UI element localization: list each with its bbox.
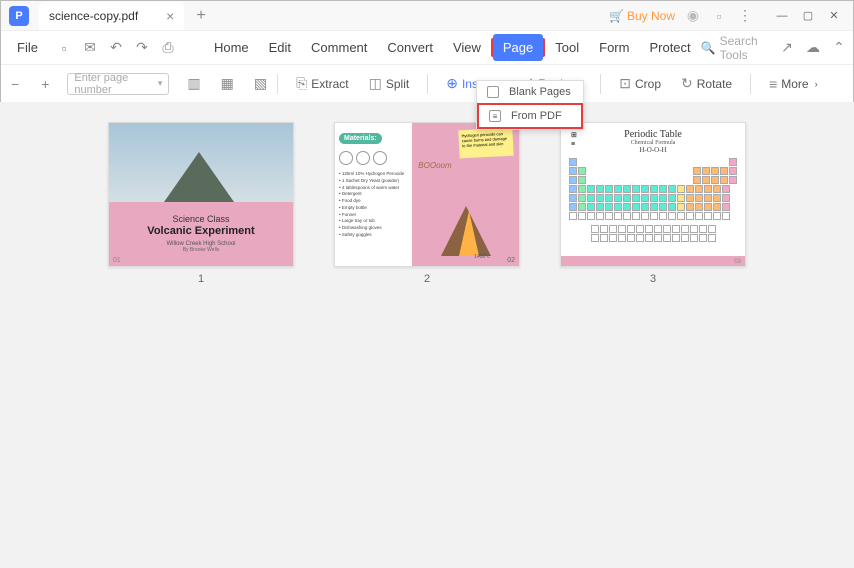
menu-comment[interactable]: Comment [301, 34, 377, 61]
page-thumbnail-3[interactable]: ⊞≡ Periodic Table Chemical Formula H-O-O… [560, 122, 746, 285]
share-icon[interactable]: ↗ [779, 40, 795, 56]
buy-now-link[interactable]: 🛒 Buy Now [609, 9, 675, 23]
page-thumbnail-2[interactable]: Materials: • 125ml 10% Hydrogen Peroxide… [334, 122, 520, 285]
kebab-menu-icon[interactable]: ⋮ [737, 8, 753, 24]
menu-convert[interactable]: Convert [377, 34, 443, 61]
page-thumbnail-1[interactable]: Science Class Volcanic Experiment Willow… [108, 122, 294, 285]
page-number-label: 3 [650, 273, 656, 285]
document-tab[interactable]: science-copy.pdf × [39, 2, 184, 30]
page-thumbnails-area: Science Class Volcanic Experiment Willow… [0, 102, 854, 568]
rotate-button[interactable]: ↻ Rotate [673, 71, 740, 96]
undo-icon[interactable]: ↶ [108, 40, 124, 56]
page-number-input[interactable]: Enter page number ▾ [67, 73, 169, 95]
mail-icon[interactable]: ✉ [82, 40, 98, 56]
menu-view[interactable]: View [443, 34, 491, 61]
app-menu-icon[interactable]: ▫ [711, 8, 727, 24]
chevron-right-icon: › [815, 79, 818, 89]
save-icon[interactable]: ▫ [56, 40, 72, 56]
menu-home[interactable]: Home [204, 34, 259, 61]
chevron-down-icon: ▾ [158, 78, 163, 89]
dropdown-blank-pages[interactable]: Blank Pages [477, 81, 583, 103]
maximize-button[interactable]: ▢ [797, 5, 819, 27]
print-icon[interactable]: ⎙ [160, 40, 176, 56]
more-button[interactable]: ≡ More › [761, 72, 826, 96]
crop-icon: ⊡ [619, 75, 631, 92]
dropdown-from-pdf[interactable]: ≡ From PDF [477, 103, 583, 129]
menubar: File ▫ ✉ ↶ ↷ ⎙ Home Edit Comment Convert… [1, 31, 853, 65]
extract-button[interactable]: ⎘ Extract [288, 71, 357, 96]
insert-icon: ⊕ [446, 75, 458, 92]
titlebar: P science-copy.pdf × + 🛒 Buy Now ◉ ▫ ⋮ —… [1, 1, 853, 31]
extract-icon: ⎘ [296, 75, 307, 92]
zoom-out-button[interactable]: − [11, 76, 19, 92]
menu-edit[interactable]: Edit [259, 34, 301, 61]
split-button[interactable]: ◫ Split [361, 71, 418, 96]
page-toolbar: − + Enter page number ▾ ▥ ▦ ▧ ⎘ Extract … [1, 65, 853, 103]
highlight-page-menu: Page [491, 38, 545, 57]
blank-page-icon [487, 86, 499, 98]
cloud-icon[interactable]: ☁ [805, 40, 821, 56]
menu-page[interactable]: Page [493, 34, 543, 61]
menu-form[interactable]: Form [589, 34, 639, 61]
crop-button[interactable]: ⊡ Crop [611, 71, 669, 96]
menu-protect[interactable]: Protect [639, 34, 700, 61]
zoom-in-button[interactable]: + [41, 76, 49, 92]
file-menu[interactable]: File [7, 34, 48, 61]
split-icon: ◫ [369, 75, 382, 92]
page-layout-icon-2[interactable]: ▦ [221, 75, 234, 92]
pdf-page-icon: ≡ [489, 110, 501, 122]
redo-icon[interactable]: ↷ [134, 40, 150, 56]
more-icon: ≡ [769, 76, 777, 92]
search-tools[interactable]: 🔍 Search Tools [701, 34, 769, 62]
insert-dropdown: Blank Pages ≡ From PDF [476, 80, 584, 130]
cart-icon: 🛒 [609, 9, 624, 23]
close-window-button[interactable]: ✕ [823, 5, 845, 27]
app-icon: P [9, 6, 29, 26]
menu-tool[interactable]: Tool [545, 34, 589, 61]
minimize-button[interactable]: — [771, 5, 793, 27]
user-icon[interactable]: ◉ [685, 8, 701, 24]
search-icon: 🔍 [701, 41, 716, 55]
page-layout-icon-3[interactable]: ▧ [254, 75, 267, 92]
collapse-icon[interactable]: ⌃ [831, 40, 847, 56]
close-tab-icon[interactable]: × [166, 8, 174, 24]
new-tab-button[interactable]: + [196, 7, 205, 25]
page-layout-icon-1[interactable]: ▥ [187, 75, 200, 92]
rotate-icon: ↻ [681, 75, 693, 92]
page-number-label: 2 [424, 273, 430, 285]
page-number-label: 1 [198, 273, 204, 285]
tab-title: science-copy.pdf [49, 9, 138, 23]
